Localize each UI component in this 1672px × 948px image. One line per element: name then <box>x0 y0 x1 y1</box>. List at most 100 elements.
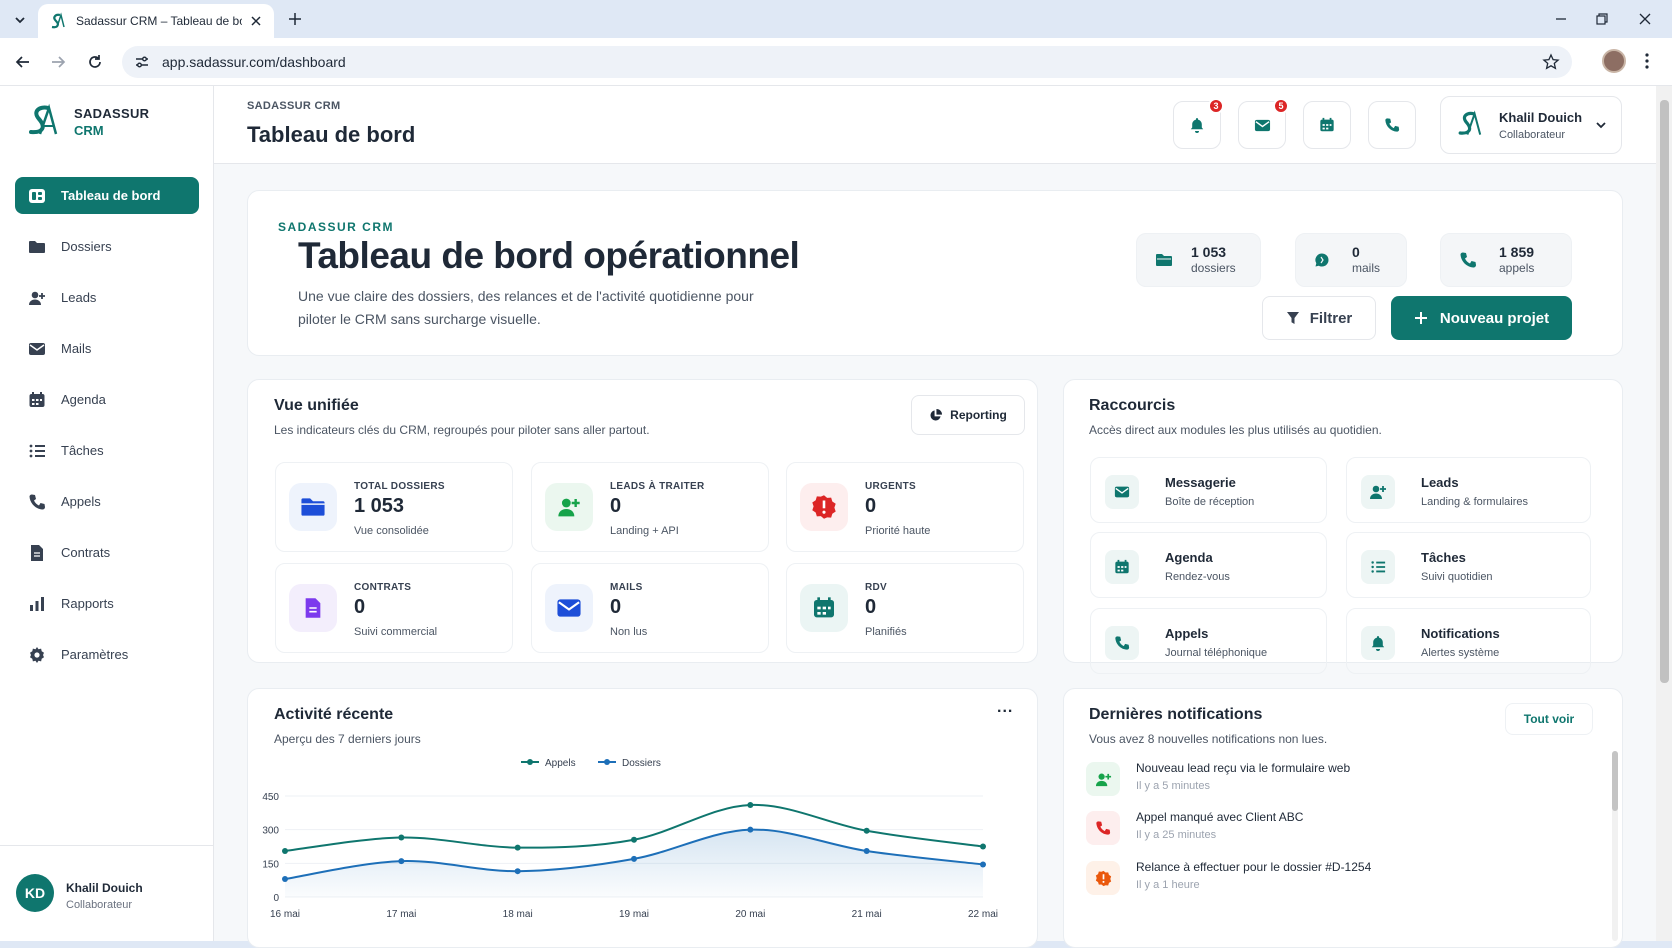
legend-label: Dossiers <box>622 758 661 769</box>
avatar: KD <box>16 874 54 912</box>
sidebar-item-dossiers[interactable]: Dossiers <box>15 228 199 265</box>
list-icon <box>1361 550 1395 584</box>
shortcut-title: Agenda <box>1165 550 1213 565</box>
new-tab-icon[interactable] <box>286 10 304 28</box>
sidebar-item-taches[interactable]: Tâches <box>15 432 199 469</box>
brand-logo[interactable]: SADASSUR CRM <box>22 102 149 142</box>
sidebar-item-label: Tableau de bord <box>61 188 161 203</box>
shortcut-agenda[interactable]: Agenda Rendez-vous <box>1090 532 1327 598</box>
notification-item[interactable]: Nouveau lead reçu via le formulaire web … <box>1086 758 1596 804</box>
shortcut-messagerie[interactable]: Messagerie Boîte de réception <box>1090 457 1327 523</box>
filter-button[interactable]: Filtrer <box>1262 296 1376 340</box>
hero-card: SADASSUR CRM Tableau de bord opérationne… <box>247 190 1623 356</box>
back-arrow-icon[interactable] <box>13 52 33 72</box>
kpi-value: 0 <box>610 596 622 618</box>
y-tick-label: 0 <box>273 893 279 904</box>
kpi-rdv[interactable]: RDV 0 Planifiés <box>786 563 1024 653</box>
browser-tab[interactable]: Sadassur CRM – Tableau de bord <box>38 4 274 38</box>
kpi-mails[interactable]: MAILS 0 Non lus <box>531 563 769 653</box>
page-header: SADASSUR CRM Tableau de bord 3 5 Khalil … <box>214 86 1656 164</box>
section-title: Dernières notifications <box>1089 706 1263 723</box>
activity-line-chart: 0 150 300 450 16 mai 17 mai 18 mai 19 mai 20 mai… <box>262 758 998 920</box>
stat-mails: 0 mails <box>1295 233 1407 287</box>
pie-chart-icon <box>929 408 943 422</box>
x-tick-label: 20 mai <box>735 909 765 920</box>
sidebar-item-rapports[interactable]: Rapports <box>15 585 199 622</box>
chat-icon <box>1314 252 1330 268</box>
reload-icon[interactable] <box>85 52 105 72</box>
forward-arrow-icon[interactable] <box>48 52 68 72</box>
browser-tab-strip: Sadassur CRM – Tableau de bord <box>0 0 1672 38</box>
activity-card: Activité récente Aperçu des 7 derniers j… <box>247 688 1038 948</box>
y-tick-label: 150 <box>262 859 279 870</box>
tab-search-button[interactable] <box>8 8 32 32</box>
sadassur-favicon-icon <box>48 12 66 30</box>
view-all-notifications-button[interactable]: Tout voir <box>1505 703 1593 735</box>
site-settings-icon[interactable] <box>134 54 150 70</box>
crm-app: SADASSUR CRM Tableau de bord Dossiers Le… <box>0 86 1672 948</box>
contract-icon <box>289 584 337 632</box>
more-options-icon[interactable]: ... <box>997 699 1013 717</box>
bookmark-star-icon[interactable] <box>1542 53 1560 71</box>
kpi-total-dossiers[interactable]: TOTAL DOSSIERS 1 053 Vue consolidée <box>275 462 513 552</box>
mail-count-badge: 5 <box>1273 98 1289 114</box>
mail-icon <box>27 339 47 359</box>
notifications-scrollbar[interactable] <box>1612 751 1618 941</box>
notification-item[interactable]: Relance à effectuer pour le dossier #D-1… <box>1086 857 1596 903</box>
shortcut-taches[interactable]: Tâches Suivi quotidien <box>1346 532 1591 598</box>
bell-icon <box>1190 118 1204 133</box>
mail-button[interactable]: 5 <box>1238 98 1289 149</box>
minimize-window-icon[interactable] <box>1552 10 1570 28</box>
close-tab-icon[interactable] <box>248 13 264 29</box>
page-scrollbar-thumb[interactable] <box>1660 100 1669 683</box>
sidebar-item-agenda[interactable]: Agenda <box>15 381 199 418</box>
brand-product: CRM <box>74 123 104 138</box>
gear-icon <box>27 645 47 665</box>
shortcut-caption: Alertes système <box>1421 647 1500 659</box>
browser-menu-icon[interactable] <box>1644 52 1650 70</box>
hero-eyebrow: SADASSUR CRM <box>278 220 395 234</box>
phone-icon <box>1459 251 1477 269</box>
sidebar-item-contrats[interactable]: Contrats <box>15 534 199 571</box>
notification-item[interactable]: Appel manqué avec Client ABC Il y a 25 m… <box>1086 807 1596 853</box>
section-subtitle: Les indicateurs clés du CRM, regroupés p… <box>274 423 650 437</box>
shortcut-leads[interactable]: Leads Landing & formulaires <box>1346 457 1591 523</box>
user-plus-icon <box>545 483 593 531</box>
kpi-label: RDV <box>865 582 888 593</box>
close-window-icon[interactable] <box>1636 10 1654 28</box>
shortcut-appels[interactable]: Appels Journal téléphonique <box>1090 608 1327 674</box>
kpi-urgents[interactable]: URGENTS 0 Priorité haute <box>786 462 1024 552</box>
restore-window-icon[interactable] <box>1593 10 1611 28</box>
dashboard-icon <box>27 186 47 206</box>
sidebar-item-dashboard[interactable]: Tableau de bord <box>15 177 199 214</box>
kpi-caption: Planifiés <box>865 626 907 638</box>
reporting-button[interactable]: Reporting <box>911 395 1025 435</box>
alert-icon <box>1086 861 1120 895</box>
sidebar-item-label: Tâches <box>61 443 104 458</box>
kpi-contrats[interactable]: CONTRATS 0 Suivi commercial <box>275 563 513 653</box>
user-menu[interactable]: Khalil Douich Collaborateur <box>1440 96 1622 154</box>
sidebar-item-appels[interactable]: Appels <box>15 483 199 520</box>
sidebar-user[interactable]: KD Khalil Douich Collaborateur <box>0 845 214 941</box>
legend-marker <box>604 759 610 765</box>
new-project-button[interactable]: Nouveau projet <box>1391 296 1572 340</box>
kpi-caption: Vue consolidée <box>354 525 429 537</box>
sidebar-item-leads[interactable]: Leads <box>15 279 199 316</box>
phone-button[interactable] <box>1368 101 1416 149</box>
sidebar-user-role: Collaborateur <box>66 899 133 911</box>
kpi-leads[interactable]: LEADS À TRAITER 0 Landing + API <box>531 462 769 552</box>
kpi-label: TOTAL DOSSIERS <box>354 481 445 492</box>
address-bar[interactable]: app.sadassur.com/dashboard <box>122 46 1572 78</box>
shortcut-notifications[interactable]: Notifications Alertes système <box>1346 608 1591 674</box>
kpi-value: 1 053 <box>354 495 405 517</box>
stat-appels: 1 859 appels <box>1440 233 1572 287</box>
browser-profile-avatar[interactable] <box>1602 49 1626 73</box>
unified-view-card: Vue unifiée Les indicateurs clés du CRM,… <box>247 379 1038 663</box>
sidebar-item-mails[interactable]: Mails <box>15 330 199 367</box>
data-point <box>398 834 405 841</box>
agenda-button[interactable] <box>1303 101 1351 149</box>
sidebar-item-parametres[interactable]: Paramètres <box>15 636 199 673</box>
notifications-button[interactable]: 3 <box>1173 98 1224 149</box>
user-plus-icon <box>1361 475 1395 509</box>
section-title: Activité récente <box>274 706 394 723</box>
